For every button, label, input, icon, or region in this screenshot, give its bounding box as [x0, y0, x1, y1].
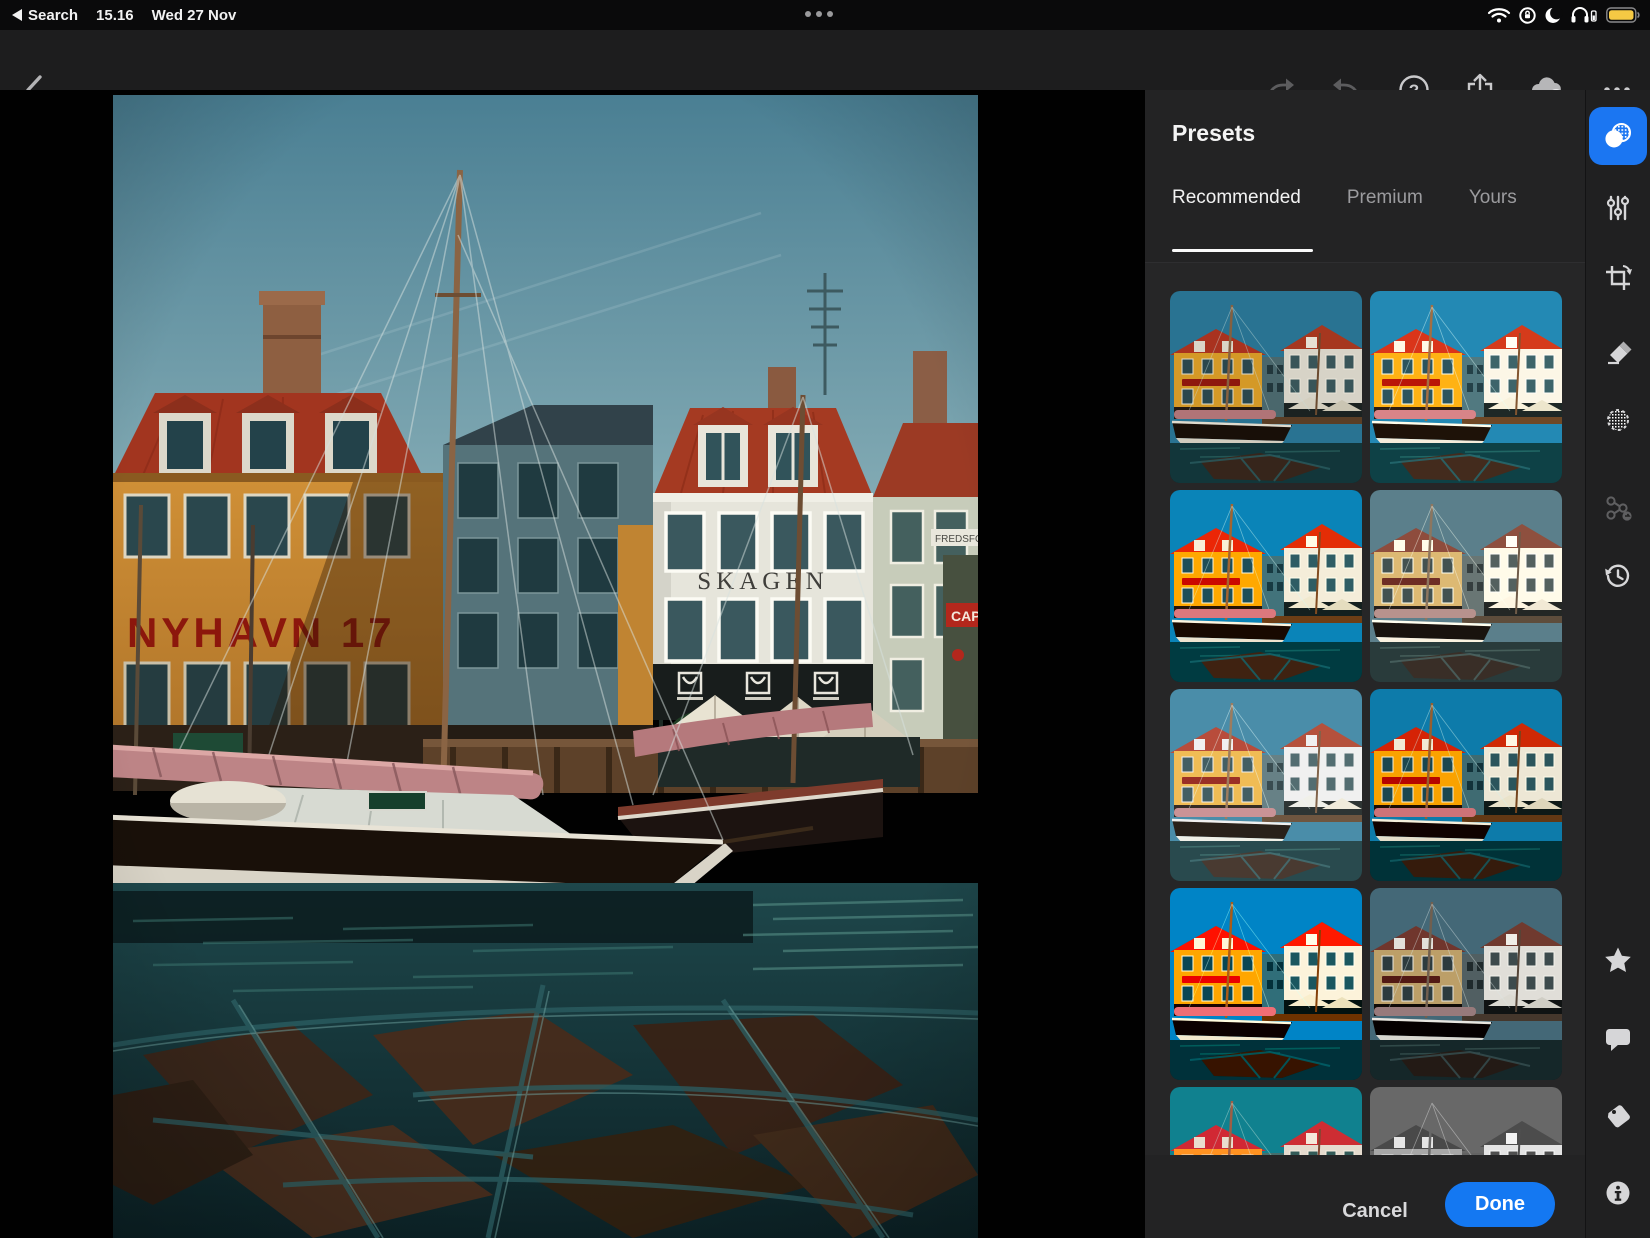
status-date: Wed 27 Nov — [152, 7, 237, 24]
tool-versions[interactable] — [1603, 493, 1633, 523]
back-to-search-label: Search — [28, 7, 78, 24]
tool-rating[interactable] — [1603, 945, 1633, 975]
crop-rotate-icon — [1603, 263, 1633, 293]
adjust-sliders-icon — [1603, 193, 1633, 223]
do-not-disturb-icon — [1545, 7, 1562, 24]
status-bar: Search 15.16 Wed 27 Nov — [0, 0, 1650, 30]
tool-adjust[interactable] — [1603, 193, 1633, 223]
preset-grid-section — [1145, 262, 1585, 1238]
cancel-button[interactable]: Cancel — [1325, 1195, 1425, 1227]
preset-thumbnail-p3[interactable] — [1170, 490, 1362, 682]
headphones-icon — [1571, 7, 1597, 23]
rotation-lock-icon — [1519, 7, 1536, 24]
presets-icon — [1601, 119, 1635, 153]
preset-thumbnail-p5[interactable] — [1170, 689, 1362, 881]
preset-thumbnail-p8[interactable] — [1370, 888, 1562, 1080]
preset-thumbnail-p2[interactable] — [1370, 291, 1562, 483]
multitasking-indicator[interactable] — [805, 11, 833, 17]
tag-icon — [1603, 1102, 1633, 1132]
preset-tabs: Recommended Premium Yours — [1172, 187, 1517, 209]
done-button[interactable]: Done — [1445, 1182, 1555, 1227]
tab-yours[interactable]: Yours — [1469, 187, 1517, 209]
history-icon — [1603, 561, 1633, 591]
tool-history[interactable] — [1603, 561, 1633, 591]
preset-thumbnail-p6[interactable] — [1370, 689, 1562, 881]
tool-crop[interactable] — [1603, 263, 1633, 293]
tool-info[interactable] — [1603, 1178, 1633, 1208]
panel-title: Presets — [1172, 120, 1255, 147]
app-window: Search 15.16 Wed 27 Nov — [0, 0, 1650, 1238]
active-tab-underline — [1172, 249, 1313, 252]
tool-heal[interactable] — [1603, 336, 1633, 366]
preset-thumbnail-p9[interactable] — [1170, 1087, 1362, 1156]
preset-thumbnail-p4[interactable] — [1370, 490, 1562, 682]
star-icon — [1603, 945, 1633, 975]
info-icon — [1603, 1178, 1633, 1208]
preset-thumbnail-p1[interactable] — [1170, 291, 1362, 483]
eraser-heal-icon — [1603, 336, 1633, 366]
tool-keywords[interactable] — [1603, 1102, 1633, 1132]
main-photo[interactable]: NYHAVN 17 — [113, 95, 978, 1238]
back-triangle-icon — [12, 9, 22, 21]
battery-icon — [1606, 7, 1640, 23]
status-time: 15.16 — [96, 7, 134, 24]
masking-icon — [1603, 405, 1633, 435]
versions-icon — [1603, 493, 1633, 523]
panel-footer: Cancel Done — [1145, 1155, 1585, 1238]
wifi-icon — [1488, 7, 1510, 23]
presets-panel: Presets Recommended Premium Yours Cancel… — [1145, 90, 1585, 1238]
preset-thumbnail-p10[interactable] — [1370, 1087, 1562, 1156]
tool-masking[interactable] — [1603, 405, 1633, 435]
tool-comments[interactable] — [1603, 1023, 1633, 1053]
preset-thumbnail-p7[interactable] — [1170, 888, 1362, 1080]
back-to-search[interactable]: Search — [12, 7, 78, 24]
edit-toolbar: ? — [0, 30, 1650, 90]
nyhavn-photo-illustration: NYHAVN 17 — [113, 95, 978, 1238]
comment-icon — [1603, 1023, 1633, 1053]
tool-presets[interactable] — [1589, 107, 1647, 165]
tool-sidebar — [1585, 90, 1650, 1238]
tab-premium[interactable]: Premium — [1347, 187, 1423, 209]
preset-grid — [1170, 291, 1562, 1156]
photo-canvas[interactable]: NYHAVN 17 — [0, 90, 1145, 1238]
tab-recommended[interactable]: Recommended — [1172, 187, 1301, 209]
